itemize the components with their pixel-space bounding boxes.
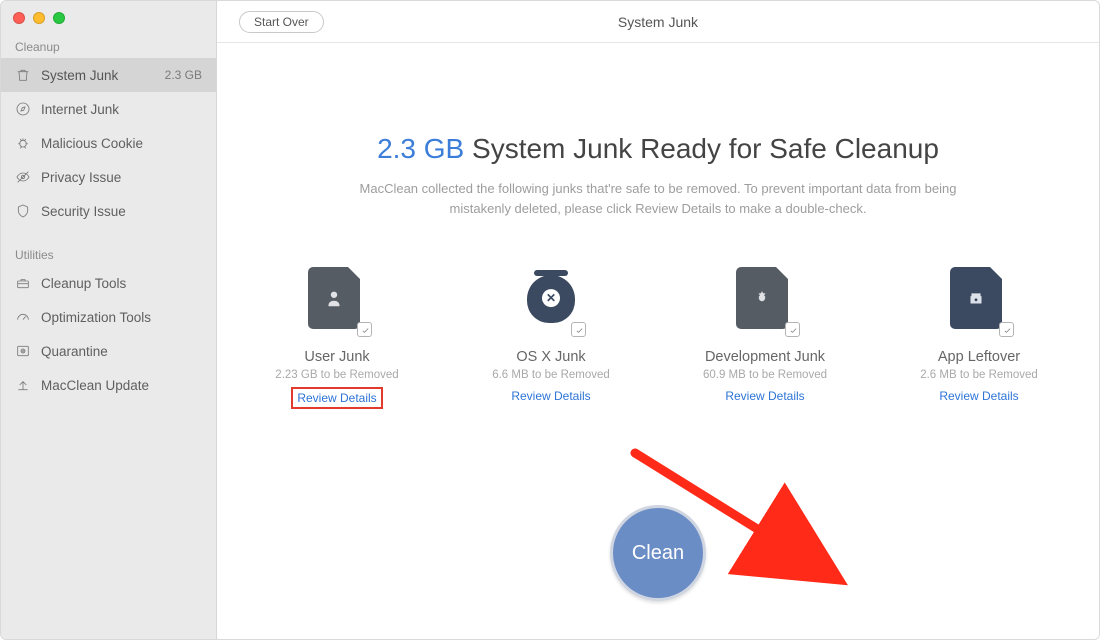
- trash-icon: [15, 67, 31, 83]
- sidebar-item-label: Security Issue: [41, 204, 126, 219]
- toolbox-icon: [15, 275, 31, 291]
- compass-icon: [15, 101, 31, 117]
- review-details-link-user-junk[interactable]: Review Details: [291, 387, 382, 409]
- development-junk-icon: [736, 267, 794, 333]
- checkbox-icon[interactable]: [785, 322, 800, 337]
- sidebar-item-cleanup-tools[interactable]: Cleanup Tools: [1, 266, 216, 300]
- sidebar-item-label: Internet Junk: [41, 102, 119, 117]
- sidebar-section-cleanup: Cleanup: [1, 34, 216, 58]
- sidebar-item-optimization-tools[interactable]: Optimization Tools: [1, 300, 216, 334]
- card-subtext: 60.9 MB to be Removed: [690, 369, 840, 381]
- upload-icon: [15, 377, 31, 393]
- headline-size: 2.3 GB: [377, 133, 464, 164]
- content-area: 2.3 GB System Junk Ready for Safe Cleanu…: [217, 43, 1099, 639]
- sidebar-item-label: Quarantine: [41, 344, 108, 359]
- start-over-button[interactable]: Start Over: [239, 11, 324, 33]
- card-osx-junk: ✕ OS X Junk 6.6 MB to be Removed Review …: [476, 267, 626, 409]
- card-user-junk: User Junk 2.23 GB to be Removed Review D…: [262, 267, 412, 409]
- clean-button[interactable]: Clean: [610, 505, 706, 601]
- close-window-button[interactable]: [13, 12, 25, 24]
- sidebar-item-label: Privacy Issue: [41, 170, 121, 185]
- sidebar-item-label: MacClean Update: [41, 378, 149, 393]
- sidebar-item-label: Optimization Tools: [41, 310, 151, 325]
- toolbar: Start Over System Junk: [217, 1, 1099, 43]
- card-title: OS X Junk: [476, 349, 626, 365]
- eye-off-icon: [15, 169, 31, 185]
- main-panel: Start Over System Junk 2.3 GB System Jun…: [217, 1, 1099, 639]
- card-development-junk: Development Junk 60.9 MB to be Removed R…: [690, 267, 840, 409]
- sidebar-item-size: 2.3 GB: [165, 68, 202, 82]
- user-junk-icon: [308, 267, 366, 333]
- card-subtext: 6.6 MB to be Removed: [476, 369, 626, 381]
- card-title: Development Junk: [690, 349, 840, 365]
- review-details-link-app-leftover[interactable]: Review Details: [935, 387, 1022, 405]
- shield-icon: [15, 203, 31, 219]
- checkbox-icon[interactable]: [357, 322, 372, 337]
- sidebar-item-label: System Junk: [41, 68, 118, 83]
- card-subtext: 2.23 GB to be Removed: [262, 369, 412, 381]
- sidebar-item-label: Cleanup Tools: [41, 276, 126, 291]
- sidebar-item-quarantine[interactable]: Quarantine: [1, 334, 216, 368]
- checkbox-icon[interactable]: [571, 322, 586, 337]
- checkbox-icon[interactable]: [999, 322, 1014, 337]
- review-details-link-osx-junk[interactable]: Review Details: [507, 387, 594, 405]
- headline-rest: System Junk Ready for Safe Cleanup: [464, 133, 939, 164]
- sidebar-item-system-junk[interactable]: System Junk 2.3 GB: [1, 58, 216, 92]
- sidebar-item-internet-junk[interactable]: Internet Junk: [1, 92, 216, 126]
- sidebar-item-label: Malicious Cookie: [41, 136, 143, 151]
- sidebar: Cleanup System Junk 2.3 GB Internet Junk…: [1, 1, 217, 639]
- sidebar-item-macclean-update[interactable]: MacClean Update: [1, 368, 216, 402]
- sidebar-item-malicious-cookie[interactable]: Malicious Cookie: [1, 126, 216, 160]
- results-subtext: MacClean collected the following junks t…: [338, 179, 978, 219]
- card-subtext: 2.6 MB to be Removed: [904, 369, 1054, 381]
- sidebar-item-security-issue[interactable]: Security Issue: [1, 194, 216, 228]
- results-headline: 2.3 GB System Junk Ready for Safe Cleanu…: [217, 133, 1099, 165]
- bug-icon: [15, 135, 31, 151]
- card-title: User Junk: [262, 349, 412, 365]
- app-leftover-icon: [950, 267, 1008, 333]
- junk-cards: User Junk 2.23 GB to be Removed Review D…: [217, 267, 1099, 409]
- sidebar-item-privacy-issue[interactable]: Privacy Issue: [1, 160, 216, 194]
- vault-icon: [15, 343, 31, 359]
- gauge-icon: [15, 309, 31, 325]
- sidebar-section-utilities: Utilities: [1, 242, 216, 266]
- osx-junk-icon: ✕: [522, 267, 580, 333]
- zoom-window-button[interactable]: [53, 12, 65, 24]
- minimize-window-button[interactable]: [33, 12, 45, 24]
- page-title: System Junk: [217, 14, 1099, 30]
- review-details-link-development-junk[interactable]: Review Details: [721, 387, 808, 405]
- card-app-leftover: App Leftover 2.6 MB to be Removed Review…: [904, 267, 1054, 409]
- card-title: App Leftover: [904, 349, 1054, 365]
- app-window: Cleanup System Junk 2.3 GB Internet Junk…: [0, 0, 1100, 640]
- window-controls: [1, 1, 216, 34]
